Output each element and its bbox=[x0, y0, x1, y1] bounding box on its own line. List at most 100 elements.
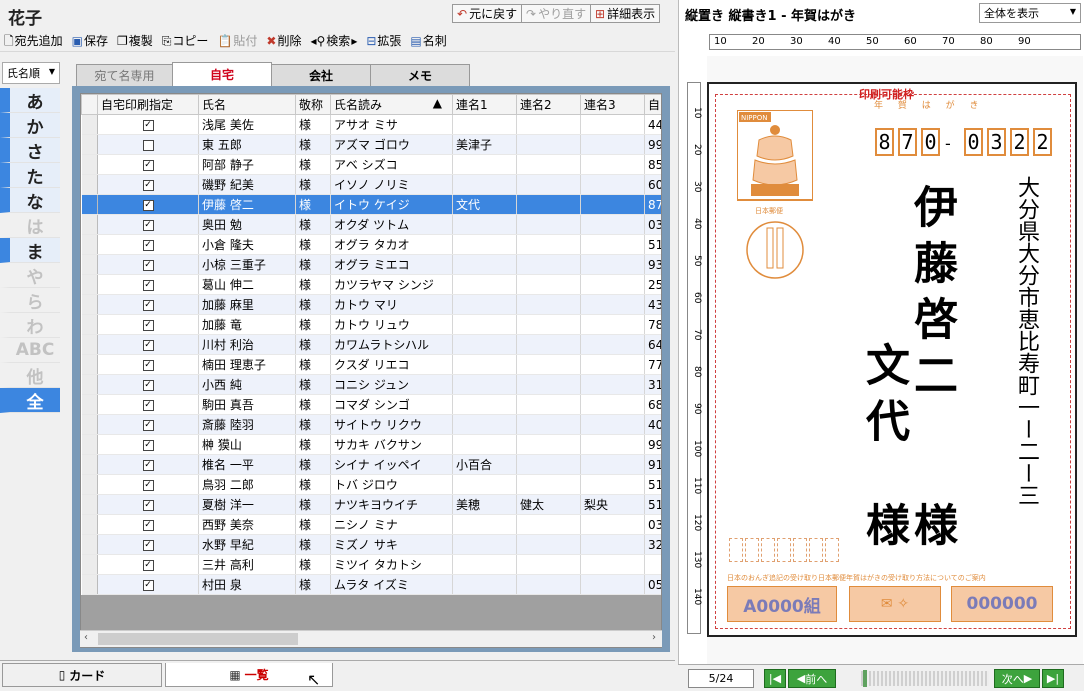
save-button[interactable]: ▣ 保存 bbox=[72, 32, 108, 49]
cell-reading[interactable]: アズマ ゴロウ bbox=[330, 134, 453, 155]
row-header[interactable] bbox=[81, 454, 98, 475]
expand-button[interactable]: ⊟ 拡張 bbox=[366, 32, 401, 49]
cell-r3[interactable] bbox=[580, 274, 645, 295]
card-view-tab[interactable]: ▯ カード bbox=[2, 663, 162, 687]
column-header[interactable]: 連名3 bbox=[580, 94, 645, 115]
cell-home[interactable]: 43 bbox=[644, 294, 661, 315]
print-checkbox[interactable]: ✓ bbox=[142, 479, 154, 491]
cell-r1[interactable] bbox=[452, 274, 517, 295]
cell-reading[interactable]: カトウ マリ bbox=[330, 294, 453, 315]
table-row[interactable]: ✓ 斎藤 陸羽様サイトウ リクウ 40 bbox=[81, 414, 661, 435]
cell-r1[interactable]: 文代 bbox=[452, 194, 517, 215]
table-row[interactable]: ✓ 村田 泉様ムラタ イズミ 05 bbox=[81, 574, 661, 595]
print-checkbox[interactable]: ✓ bbox=[142, 499, 154, 511]
card-name-button[interactable]: ▤ 名刺 bbox=[410, 32, 446, 49]
cell-name[interactable]: 三井 高利 bbox=[198, 554, 296, 575]
table-row[interactable]: ✓ 三井 高利様ミツイ タカトシ bbox=[81, 554, 661, 575]
cell-reading[interactable]: イソノ ノリミ bbox=[330, 174, 453, 195]
cell-honor[interactable]: 様 bbox=[295, 414, 331, 435]
cell-home[interactable]: 51 bbox=[644, 474, 661, 495]
cell-r3[interactable] bbox=[580, 474, 645, 495]
cell-name[interactable]: 小倉 隆夫 bbox=[198, 234, 296, 255]
cell-r2[interactable] bbox=[516, 174, 581, 195]
table-row[interactable]: ✓ 伊藤 啓二様イトウ ケイジ 文代 87 bbox=[81, 194, 661, 215]
print-flag-cell[interactable]: ✓ bbox=[97, 414, 199, 435]
cell-r2[interactable] bbox=[516, 194, 581, 215]
cell-r1[interactable] bbox=[452, 354, 517, 375]
print-flag-cell[interactable]: ✓ bbox=[97, 334, 199, 355]
print-flag-cell[interactable]: ✓ bbox=[97, 454, 199, 475]
cell-honor[interactable]: 様 bbox=[295, 514, 331, 535]
detail-view-button[interactable]: ⊞ 詳細表示 bbox=[590, 4, 661, 23]
print-flag-cell[interactable]: ✓ bbox=[97, 214, 199, 235]
table-row[interactable]: ✓ 阿部 静子様アベ シズコ 85 bbox=[81, 154, 661, 175]
copy-button[interactable]: ⎘ コピー bbox=[162, 32, 209, 49]
cell-r2[interactable] bbox=[516, 554, 581, 575]
cell-home[interactable]: 85 bbox=[644, 154, 661, 175]
row-header[interactable] bbox=[81, 234, 98, 255]
cell-r3[interactable]: 梨央 bbox=[580, 494, 645, 515]
cell-honor[interactable]: 様 bbox=[295, 134, 331, 155]
cell-r2[interactable] bbox=[516, 274, 581, 295]
row-header[interactable] bbox=[81, 514, 98, 535]
cell-r3[interactable] bbox=[580, 574, 645, 595]
first-page-button[interactable]: |◀ bbox=[764, 669, 786, 688]
column-header[interactable]: 氏名 bbox=[198, 94, 296, 115]
row-header[interactable] bbox=[81, 154, 98, 175]
cell-home[interactable]: 25 bbox=[644, 274, 661, 295]
cell-reading[interactable]: カツラヤマ シンジ bbox=[330, 274, 453, 295]
table-row[interactable]: ✓ 小倉 隆夫様オグラ タカオ 51 bbox=[81, 234, 661, 255]
cell-r2[interactable] bbox=[516, 314, 581, 335]
print-flag-cell[interactable]: ✓ bbox=[97, 114, 199, 135]
row-header[interactable] bbox=[81, 314, 98, 335]
cell-r2[interactable] bbox=[516, 354, 581, 375]
table-row[interactable]: ✓ 椎名 一平様シイナ イッペイ 小百合 91 bbox=[81, 454, 661, 475]
cell-reading[interactable]: ナツキヨウイチ bbox=[330, 494, 453, 515]
cell-honor[interactable]: 様 bbox=[295, 234, 331, 255]
cell-name[interactable]: 加藤 麻里 bbox=[198, 294, 296, 315]
cell-home[interactable] bbox=[644, 554, 661, 575]
kana-index-item[interactable]: わ bbox=[0, 313, 60, 338]
print-checkbox[interactable]: ✓ bbox=[142, 579, 154, 591]
cell-honor[interactable]: 様 bbox=[295, 574, 331, 595]
cell-name[interactable]: 川村 利治 bbox=[198, 334, 296, 355]
kana-index-item[interactable]: ABC bbox=[0, 338, 60, 363]
cell-reading[interactable]: ミズノ サキ bbox=[330, 534, 453, 555]
print-checkbox[interactable]: ✓ bbox=[142, 179, 154, 191]
column-header[interactable]: 連名1 bbox=[452, 94, 517, 115]
row-header[interactable] bbox=[81, 294, 98, 315]
print-checkbox[interactable] bbox=[142, 139, 154, 151]
cell-r1[interactable] bbox=[452, 434, 517, 455]
cell-r3[interactable] bbox=[580, 414, 645, 435]
print-flag-cell[interactable]: ✓ bbox=[97, 514, 199, 535]
cell-reading[interactable]: オグラ タカオ bbox=[330, 234, 453, 255]
cell-home[interactable]: 93 bbox=[644, 254, 661, 275]
print-checkbox[interactable]: ✓ bbox=[142, 439, 154, 451]
print-checkbox[interactable]: ✓ bbox=[142, 159, 154, 171]
cell-honor[interactable]: 様 bbox=[295, 154, 331, 175]
cell-r3[interactable] bbox=[580, 394, 645, 415]
table-row[interactable]: ✓ 西野 美奈様ニシノ ミナ 03 bbox=[81, 514, 661, 535]
print-flag-cell[interactable]: ✓ bbox=[97, 234, 199, 255]
table-row[interactable]: ✓ 加藤 麻里様カトウ マリ 43 bbox=[81, 294, 661, 315]
cell-home[interactable]: 64 bbox=[644, 334, 661, 355]
cell-r3[interactable] bbox=[580, 194, 645, 215]
cell-name[interactable]: 小椋 三重子 bbox=[198, 254, 296, 275]
cell-r3[interactable] bbox=[580, 334, 645, 355]
print-flag-cell[interactable]: ✓ bbox=[97, 194, 199, 215]
column-header[interactable]: 敬称 bbox=[295, 94, 331, 115]
cell-r1[interactable] bbox=[452, 394, 517, 415]
cell-reading[interactable]: クスダ リエコ bbox=[330, 354, 453, 375]
paste-button[interactable]: 📋 貼付 bbox=[217, 32, 257, 49]
table-row[interactable]: ✓ 浅尾 美佐様アサオ ミサ 44 bbox=[81, 114, 661, 135]
cell-name[interactable]: 椎名 一平 bbox=[198, 454, 296, 475]
kana-index-item[interactable]: や bbox=[0, 263, 60, 288]
cell-honor[interactable]: 様 bbox=[295, 554, 331, 575]
horizontal-scrollbar[interactable]: ‹ › bbox=[80, 630, 662, 647]
cell-r3[interactable] bbox=[580, 214, 645, 235]
cell-r1[interactable] bbox=[452, 554, 517, 575]
cell-honor[interactable]: 様 bbox=[295, 374, 331, 395]
tab-3[interactable]: メモ bbox=[370, 64, 470, 86]
scroll-left-icon[interactable]: ‹ bbox=[84, 632, 88, 643]
cell-r1[interactable] bbox=[452, 534, 517, 555]
